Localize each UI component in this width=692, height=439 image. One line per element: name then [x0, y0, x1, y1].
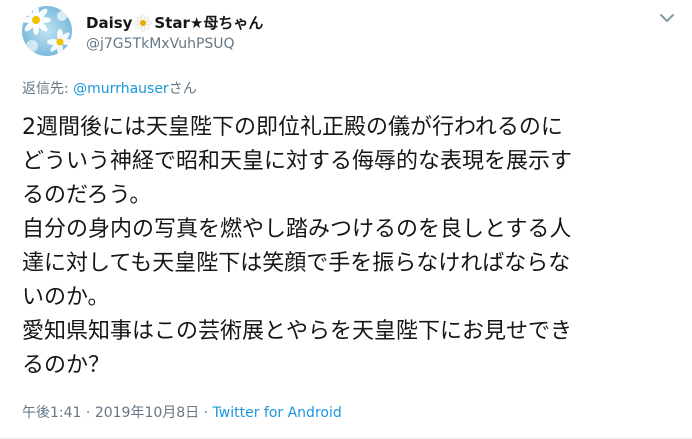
- avatar[interactable]: [22, 6, 72, 56]
- tweet-text-line: 自分の身内の写真を燃やし踏みつけるのを良しとする人: [22, 217, 572, 242]
- tweet-text-line: どういう神経で昭和天皇に対する侮辱的な表現を展示す: [22, 149, 573, 174]
- meta-separator: ·: [199, 405, 213, 421]
- chevron-down-icon[interactable]: [658, 10, 676, 24]
- reply-prefix: 返信先:: [22, 81, 74, 97]
- flower-icon: [134, 13, 153, 32]
- tweet-time-link[interactable]: 午後1:41: [22, 405, 81, 421]
- user-handle[interactable]: @j7G5TkMxVuhPSUQ: [86, 36, 235, 52]
- display-name-prefix: Daisy: [86, 13, 133, 32]
- tweet-text-line: いのか。: [22, 285, 110, 310]
- tweet-text-line: るのか？: [22, 353, 111, 378]
- tweet-text-line: 愛知県知事はこの芸術展とやらを天皇陛下にお見せでき: [22, 319, 573, 344]
- tweet-text-line: 2週間後には天皇陛下の即位礼正殿の儀が行われるのに: [22, 115, 563, 140]
- tweet-text: 2週間後には天皇陛下の即位礼正殿の儀が行われるのに どういう神経で昭和天皇に対す…: [22, 111, 686, 383]
- reply-suffix: さん: [168, 81, 197, 97]
- reply-mention-link[interactable]: @murrhauser: [73, 81, 169, 97]
- tweet-metadata: 午後1:41 · 2019年10月8日 · Twitter for Androi…: [22, 402, 342, 422]
- display-name[interactable]: Daisy Star★母ちゃん: [86, 12, 263, 33]
- tweet-text-line: 達に対しても天皇陛下は笑顔で手を振らなければならな: [22, 251, 571, 276]
- tweet-text-line: るのだろう。: [22, 183, 152, 208]
- tweet-card: Daisy Star★母ちゃん @j7G5TkMxVuhPSUQ 返信先: @m…: [0, 0, 692, 439]
- daisy-avatar-image: [22, 6, 72, 56]
- display-name-suffix: Star★母ちゃん: [154, 14, 264, 32]
- tweet-date-link[interactable]: 2019年10月8日: [95, 405, 199, 421]
- tweet-source-link[interactable]: Twitter for Android: [213, 405, 342, 421]
- meta-separator: ·: [81, 405, 95, 421]
- reply-to-line: 返信先: @murrhauserさん: [22, 78, 197, 98]
